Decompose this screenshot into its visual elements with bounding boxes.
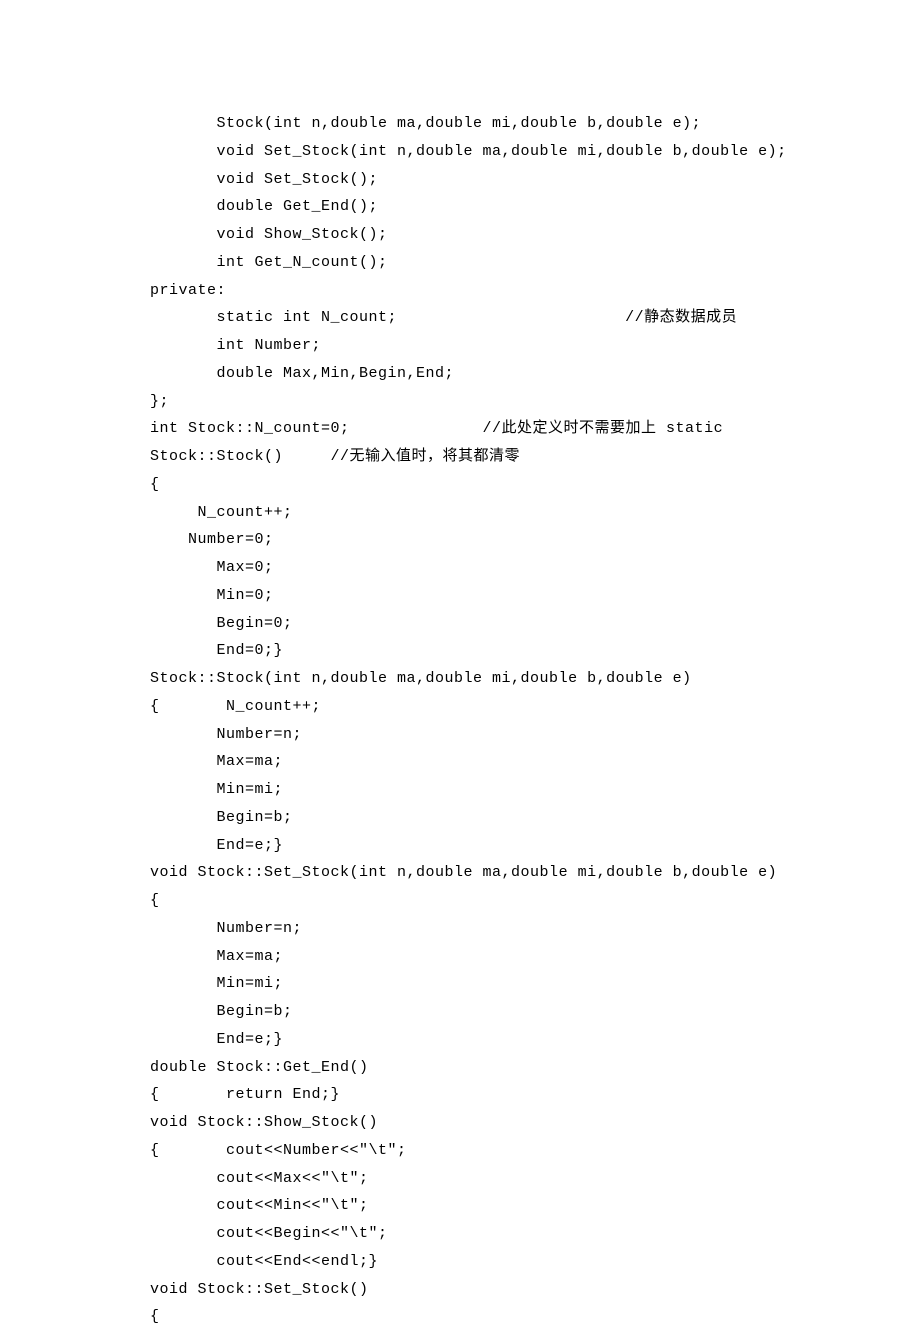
code-line: cout<<Max<<"\t";: [150, 1165, 920, 1193]
code-line: void Stock::Set_Stock(int n,double ma,do…: [150, 859, 920, 887]
code-line: private:: [150, 277, 920, 305]
code-line: Begin=b;: [150, 804, 920, 832]
code-line: { N_count++;: [150, 693, 920, 721]
code-block: Stock(int n,double ma,double mi,double b…: [150, 110, 920, 1331]
code-line: void Stock::Show_Stock(): [150, 1109, 920, 1137]
code-line: double Max,Min,Begin,End;: [150, 360, 920, 388]
code-line: End=e;}: [150, 832, 920, 860]
code-line: { cout<<Number<<"\t";: [150, 1137, 920, 1165]
code-line: {: [150, 887, 920, 915]
code-line: Stock(int n,double ma,double mi,double b…: [150, 110, 920, 138]
code-line: void Set_Stock();: [150, 166, 920, 194]
code-line: cout<<Min<<"\t";: [150, 1192, 920, 1220]
code-line: cout<<Begin<<"\t";: [150, 1220, 920, 1248]
code-line: Stock::Stock() //无输入值时，将其都清零: [150, 443, 920, 471]
code-line: void Set_Stock(int n,double ma,double mi…: [150, 138, 920, 166]
code-line: Begin=0;: [150, 610, 920, 638]
code-line: Max=0;: [150, 554, 920, 582]
code-line: { return End;}: [150, 1081, 920, 1109]
code-line: Min=mi;: [150, 970, 920, 998]
code-line: Number=0;: [150, 526, 920, 554]
code-line: Stock::Stock(int n,double ma,double mi,d…: [150, 665, 920, 693]
code-line: void Stock::Set_Stock(): [150, 1276, 920, 1304]
code-line: {: [150, 1303, 920, 1331]
code-line: int Get_N_count();: [150, 249, 920, 277]
code-line: Max=ma;: [150, 943, 920, 971]
document-page: Stock(int n,double ma,double mi,double b…: [0, 0, 920, 1331]
code-line: static int N_count; //静态数据成员: [150, 304, 920, 332]
code-line: Begin=b;: [150, 998, 920, 1026]
code-line: double Stock::Get_End(): [150, 1054, 920, 1082]
code-line: void Show_Stock();: [150, 221, 920, 249]
code-line: End=0;}: [150, 637, 920, 665]
code-line: int Stock::N_count=0; //此处定义时不需要加上 stati…: [150, 415, 920, 443]
code-line: int Number;: [150, 332, 920, 360]
code-line: N_count++;: [150, 499, 920, 527]
code-line: Min=0;: [150, 582, 920, 610]
code-line: };: [150, 388, 920, 416]
code-line: Min=mi;: [150, 776, 920, 804]
code-line: {: [150, 471, 920, 499]
code-line: Max=ma;: [150, 748, 920, 776]
code-line: Number=n;: [150, 721, 920, 749]
code-line: cout<<End<<endl;}: [150, 1248, 920, 1276]
code-line: End=e;}: [150, 1026, 920, 1054]
code-line: double Get_End();: [150, 193, 920, 221]
code-line: Number=n;: [150, 915, 920, 943]
